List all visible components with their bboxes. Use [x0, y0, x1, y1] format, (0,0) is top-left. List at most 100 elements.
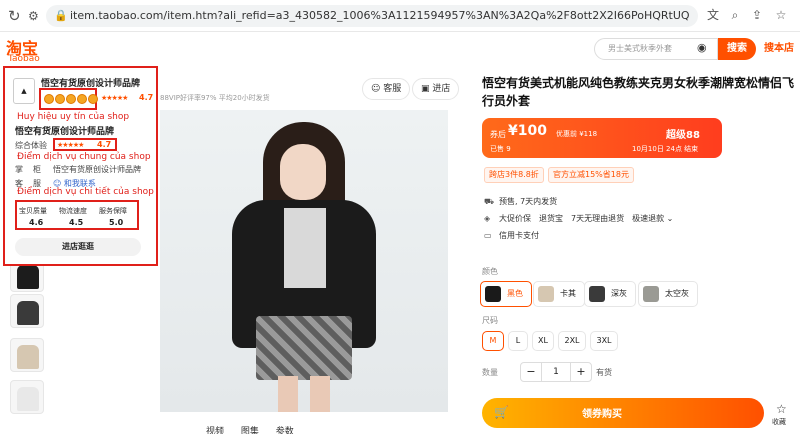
shop-rating: 4.7	[139, 93, 154, 102]
score-service-value: 5.0	[109, 218, 124, 227]
thumbnail-2[interactable]	[10, 294, 44, 328]
promo-tag-1[interactable]: 跨店3件8.8折	[484, 167, 544, 183]
shopkeeper-name: 悟空有货原创设计师品牌	[53, 165, 141, 174]
color-option-dark-gray[interactable]: 深灰	[584, 281, 636, 307]
shop-meta: 88VIP好评率97% 平均20小时发货	[160, 94, 270, 102]
price-label: 券后	[490, 130, 506, 139]
product-main-image[interactable]	[160, 110, 448, 412]
search-button[interactable]: 搜索	[718, 38, 756, 60]
promo-tag-2[interactable]: 官方立减15%省18元	[548, 167, 634, 183]
address-bar[interactable]: 🔒 item.taobao.com/item.htm?ali_refid=a3_…	[46, 5, 698, 27]
image-tabs: 视频 图集 参数	[206, 424, 308, 434]
price: ¥100	[508, 123, 547, 139]
thumbnail-3[interactable]	[10, 338, 44, 372]
coin-icon	[88, 94, 98, 104]
overall-rating: 4.7	[97, 140, 112, 149]
shop-info-popup: ▲ 悟空有货原创设计师品牌 ★★★★★ 4.7 Huy hiệu uy tín …	[3, 66, 158, 266]
annotation-detail: Điểm dịch vụ chi tiết của shop	[17, 187, 154, 197]
page-root: ↻ ⚙ 🔒 item.taobao.com/item.htm?ali_refid…	[0, 0, 800, 434]
customer-service-button[interactable]: ☺ 客服	[362, 78, 411, 100]
chat-icon: ☺	[371, 84, 381, 94]
score-service-label: 服务保障	[99, 207, 127, 215]
score-logistics-label: 物流速度	[59, 207, 87, 215]
annotation-reputation: Huy hiệu uy tín của shop	[17, 112, 130, 122]
model-leg-left	[278, 376, 298, 412]
credit-card-icon: ▭	[484, 231, 492, 240]
truck-icon: ⛟	[484, 197, 495, 206]
cart-icon: 🛒	[494, 405, 509, 419]
swatch	[538, 286, 554, 302]
annotation-general: Điểm dịch vụ chung của shop	[17, 152, 151, 162]
model-shirt	[284, 208, 326, 288]
reload-icon[interactable]: ↻	[8, 7, 21, 25]
score-quality-label: 宝贝质量	[19, 207, 47, 215]
score-quality-value: 4.6	[29, 218, 44, 227]
promo-deadline: 10月10日 24点 结束	[632, 145, 699, 153]
browser-toolbar: ↻ ⚙ 🔒 item.taobao.com/item.htm?ali_refid…	[0, 0, 800, 32]
zoom-icon[interactable]: ⌕	[726, 6, 744, 24]
model-face	[280, 144, 326, 200]
bookmark-star-icon[interactable]: ☆	[772, 6, 790, 24]
quantity-stepper: − 1 +	[520, 362, 592, 382]
original-price: 优惠前 ¥118	[556, 130, 598, 138]
score-logistics-value: 4.5	[69, 218, 84, 227]
tab-gallery[interactable]: 图集	[241, 427, 259, 434]
buy-button-label: 领券购买	[582, 409, 622, 420]
super-88-badge: 超级88	[666, 130, 700, 141]
size-label: 尺码	[482, 316, 498, 325]
overall-rating-box: ★★★★★ 4.7	[53, 138, 117, 151]
chevron-down-icon: ⌄	[664, 214, 674, 223]
size-option-xl[interactable]: XL	[532, 331, 554, 351]
detail-scores: 宝贝质量 物流速度 服务保障 4.6 4.5 5.0	[15, 200, 139, 230]
reputation-badge	[39, 88, 98, 110]
overall-stars: ★★★★★	[57, 141, 84, 149]
tab-video[interactable]: 视频	[206, 427, 224, 434]
thumbnail-4[interactable]	[10, 380, 44, 414]
shop-label-1: 掌	[15, 165, 23, 174]
color-option-khaki[interactable]: 卡其	[533, 281, 585, 307]
quantity-increase-button[interactable]: +	[571, 363, 591, 381]
lock-icon: 🔒	[54, 9, 68, 22]
color-option-space-gray[interactable]: 太空灰	[638, 281, 698, 307]
guarantee-row[interactable]: ◈ 大促价保 退货宝 7天无理由退货 极速退款 ⌄	[484, 213, 673, 224]
swatch	[485, 286, 501, 302]
product-title: 悟空有货美式机能风纯色教练夹克男女秋季潮牌宽松情侣飞行员外套	[482, 76, 795, 108]
favorite-label: 收藏	[772, 418, 786, 426]
share-icon[interactable]: ⇪	[748, 6, 766, 24]
stock-status: 有货	[596, 368, 612, 377]
payment-row: ▭ 信用卡支付	[484, 231, 539, 240]
size-option-2xl[interactable]: 2XL	[558, 331, 586, 351]
taobao-logo-en: Taobao	[8, 54, 40, 64]
favorite-star-icon[interactable]: ☆	[776, 402, 787, 416]
enter-shop-button[interactable]: ▣ 进店	[412, 78, 460, 100]
shop-name-repeat: 悟空有货原创设计师品牌	[15, 127, 115, 137]
buy-button[interactable]	[482, 398, 764, 428]
translate-icon[interactable]: 文	[704, 6, 722, 24]
size-option-l[interactable]: L	[508, 331, 528, 351]
quantity-value[interactable]: 1	[541, 363, 571, 381]
sold-count: 已售 9	[490, 145, 511, 153]
size-option-m[interactable]: M	[482, 331, 504, 351]
swatch	[589, 286, 605, 302]
shop-logo[interactable]: ▲	[13, 78, 35, 104]
color-label: 颜色	[482, 267, 498, 276]
price-card: 券后 ¥100 优惠前 ¥118 已售 9 超级88 10月10日 24点 结束	[482, 118, 722, 158]
tab-params[interactable]: 参数	[276, 427, 294, 434]
camera-search-icon[interactable]: ◉	[697, 41, 707, 54]
shield-icon: ◈	[484, 214, 491, 223]
visit-shop-button[interactable]: 进店逛逛	[15, 238, 141, 256]
shop-icon: ▣	[421, 84, 430, 94]
search-shop-button[interactable]: 搜本店	[760, 38, 798, 60]
coin-icon	[44, 94, 54, 104]
color-option-black[interactable]: 黑色	[480, 281, 532, 307]
rating-stars: ★★★★★	[101, 94, 128, 102]
coin-icon	[55, 94, 65, 104]
coin-icon	[77, 94, 87, 104]
model-skirt	[256, 316, 352, 380]
coin-icon	[66, 94, 76, 104]
size-option-3xl[interactable]: 3XL	[590, 331, 618, 351]
site-settings-icon[interactable]: ⚙	[28, 7, 39, 25]
quantity-decrease-button[interactable]: −	[521, 363, 541, 381]
quantity-label: 数量	[482, 368, 498, 377]
shop-label-2: 柜	[33, 165, 41, 174]
